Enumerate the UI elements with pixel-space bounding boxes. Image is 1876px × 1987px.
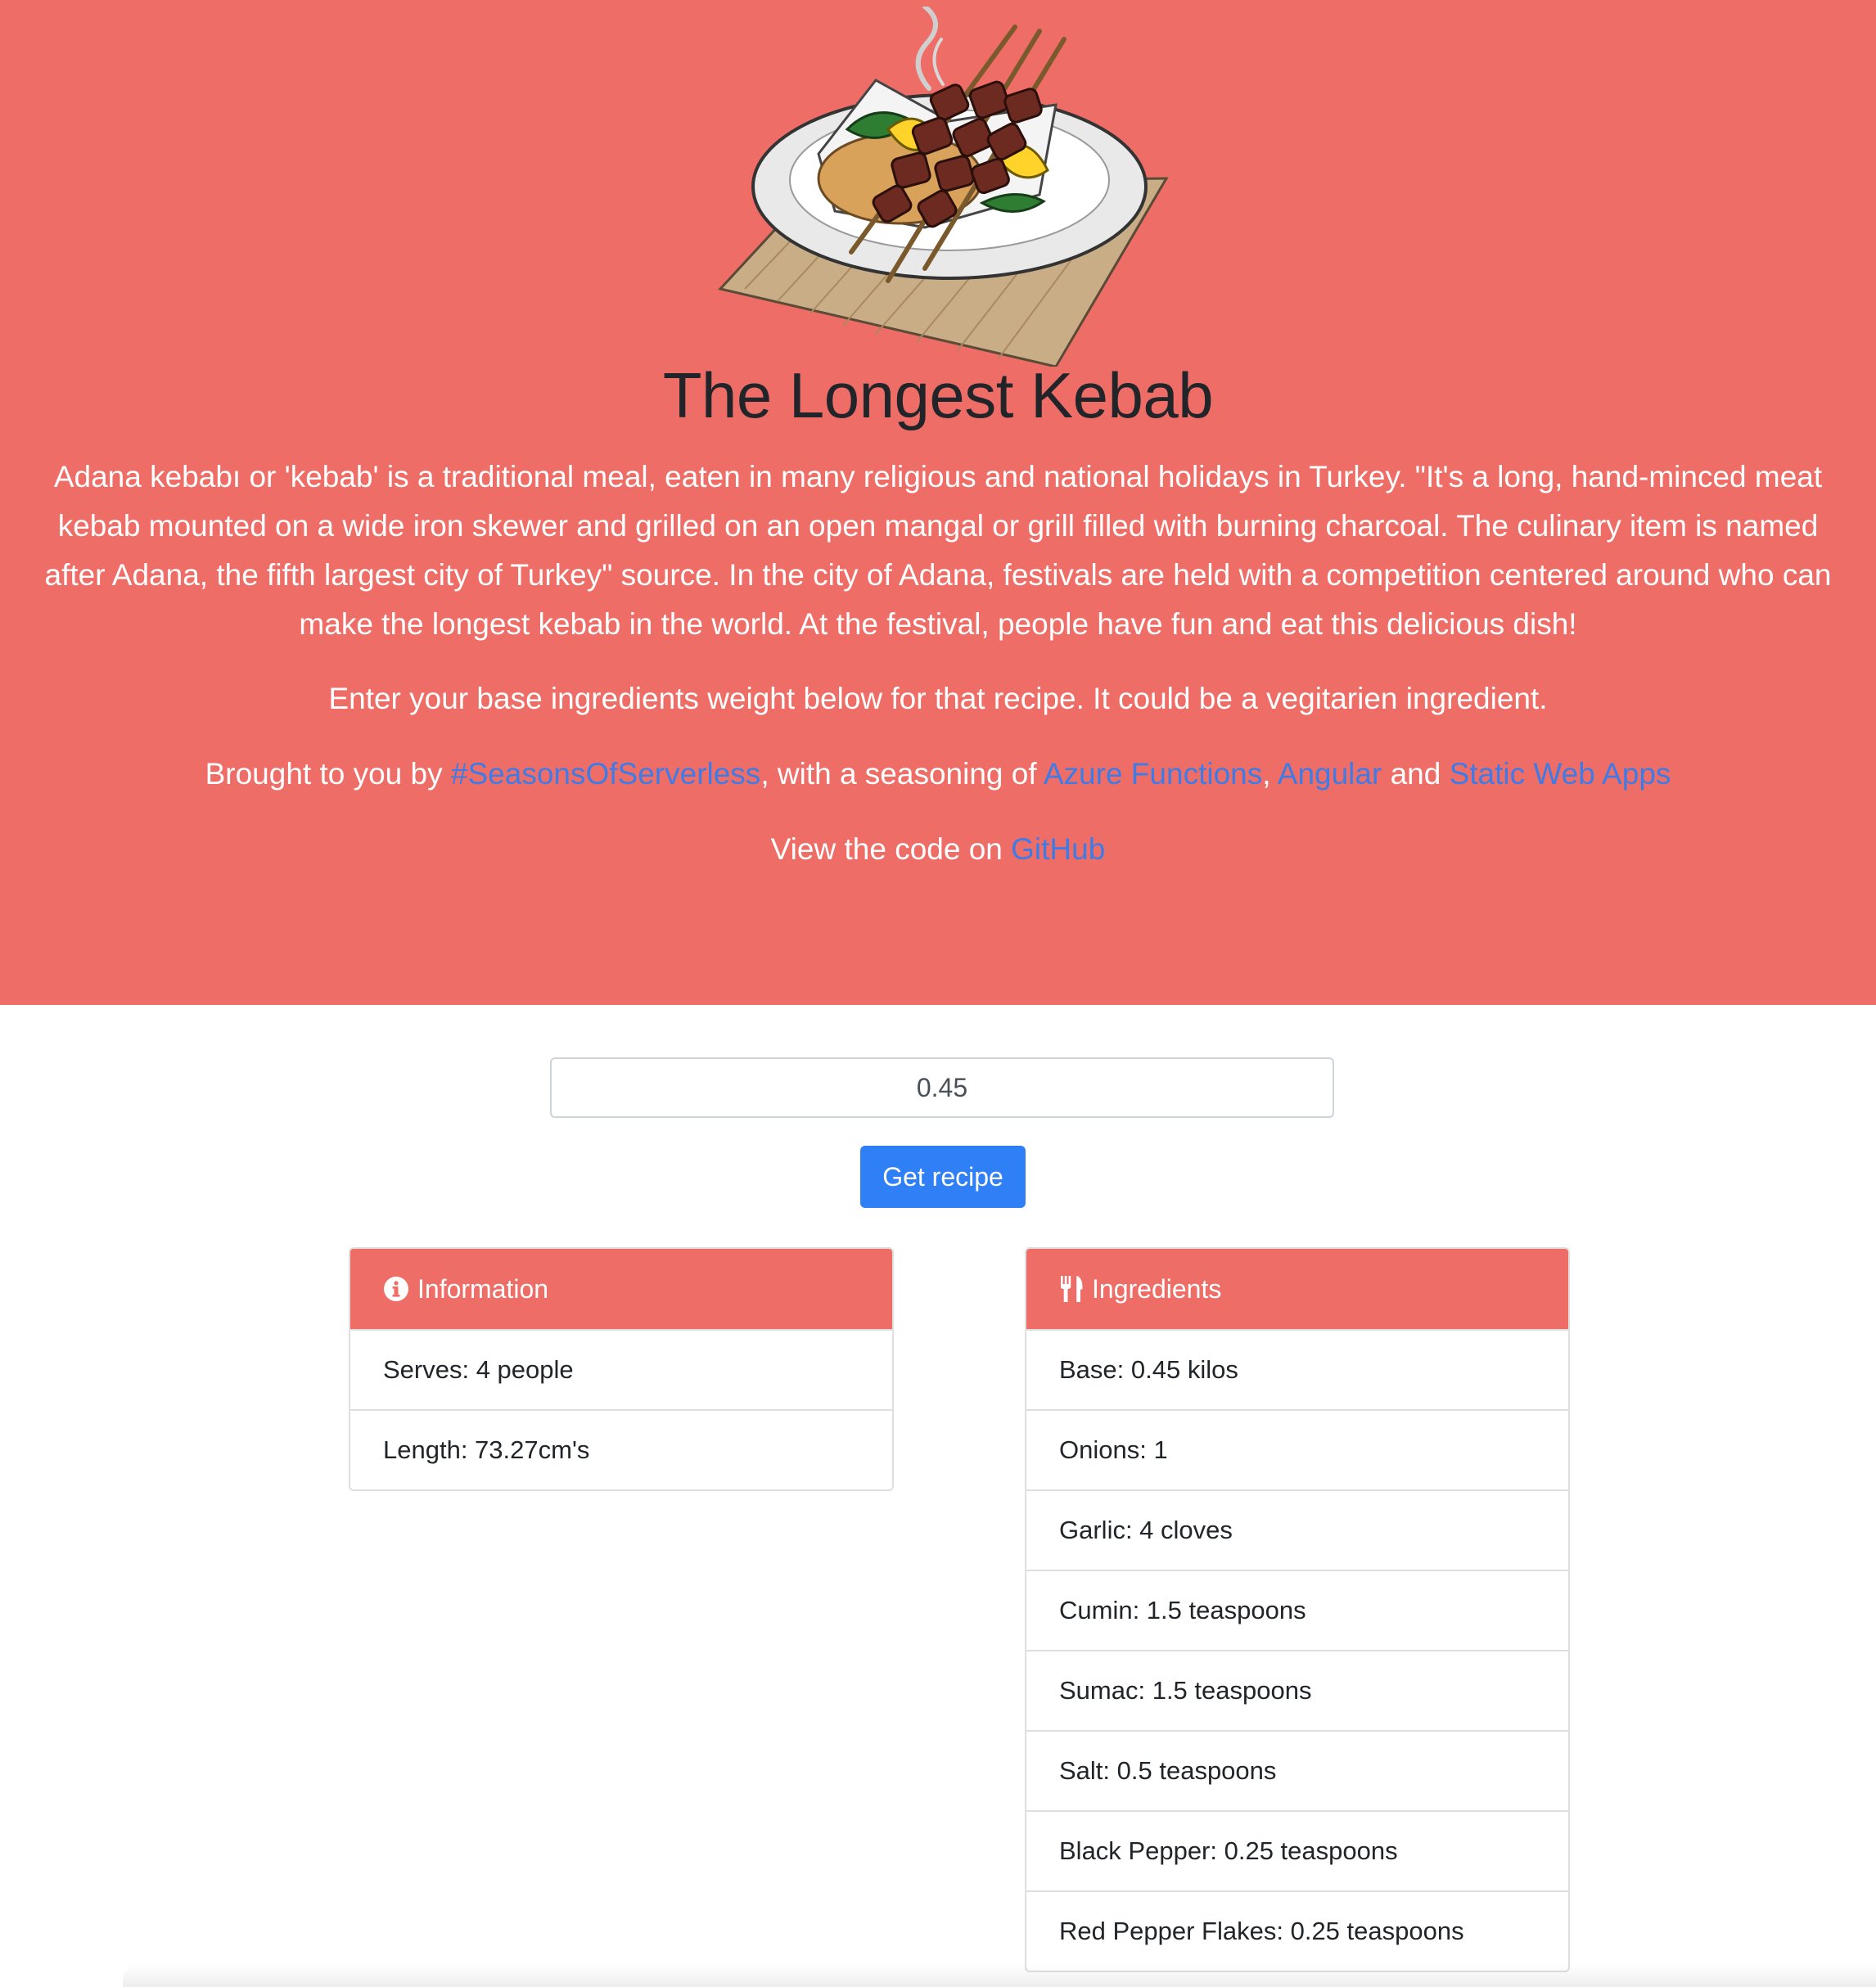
ingredients-card: Ingredients Base: 0.45 kilos Onions: 1 G… bbox=[1025, 1247, 1570, 1972]
ingredient-list-item: Base: 0.45 kilos bbox=[1026, 1329, 1568, 1409]
page-title: The Longest Kebab bbox=[662, 359, 1214, 431]
ingredient-list-item: Red Pepper Flakes: 0.25 teaspoons bbox=[1026, 1890, 1568, 1971]
credits-prefix: Brought to you by bbox=[205, 757, 451, 791]
view-code-prefix: View the code on bbox=[770, 832, 1012, 866]
hero-banner: The Longest Kebab Adana kebabı or 'kebab… bbox=[0, 0, 1876, 1005]
kebab-plate-illustration bbox=[718, 7, 1169, 367]
ingredients-card-title: Ingredients bbox=[1092, 1273, 1222, 1304]
ingredient-list-item: Cumin: 1.5 teaspoons bbox=[1026, 1570, 1568, 1650]
static-web-apps-link[interactable]: Static Web Apps bbox=[1450, 757, 1671, 791]
seasons-of-serverless-link[interactable]: #SeasonsOfServerless bbox=[451, 757, 760, 791]
credits-and: and bbox=[1382, 757, 1450, 791]
bottom-scroll-shadow bbox=[123, 1964, 1876, 1987]
ingredient-list-item: Sumac: 1.5 teaspoons bbox=[1026, 1650, 1568, 1730]
instruction-paragraph: Enter your base ingredients weight below… bbox=[328, 682, 1548, 715]
credits-comma: , bbox=[1262, 757, 1278, 791]
ingredient-list-item: Garlic: 4 cloves bbox=[1026, 1489, 1568, 1570]
angular-link[interactable]: Angular bbox=[1278, 757, 1382, 791]
ingredients-card-header: Ingredients bbox=[1026, 1249, 1568, 1329]
view-code-paragraph: View the code on GitHub bbox=[33, 825, 1843, 874]
information-list-item: Serves: 4 people bbox=[350, 1329, 892, 1409]
information-card-header: Information bbox=[350, 1249, 892, 1329]
information-card: Information Serves: 4 people Length: 73.… bbox=[349, 1247, 894, 1491]
azure-functions-link[interactable]: Azure Functions bbox=[1044, 757, 1262, 791]
info-circle-icon bbox=[384, 1277, 408, 1301]
ingredient-list-item: Black Pepper: 0.25 teaspoons bbox=[1026, 1810, 1568, 1890]
information-list-item: Length: 73.27cm's bbox=[350, 1409, 892, 1489]
information-card-title: Information bbox=[417, 1273, 549, 1304]
get-recipe-button[interactable]: Get recipe bbox=[860, 1146, 1026, 1208]
intro-paragraph: Adana kebabı or 'kebab' is a traditional… bbox=[44, 460, 1832, 641]
ingredient-list-item: Salt: 0.5 teaspoons bbox=[1026, 1730, 1568, 1810]
github-link[interactable]: GitHub bbox=[1011, 832, 1105, 866]
base-weight-input[interactable] bbox=[550, 1057, 1334, 1118]
utensils-icon bbox=[1061, 1276, 1083, 1302]
credits-paragraph: Brought to you by #SeasonsOfServerless, … bbox=[33, 750, 1843, 799]
ingredient-list-item: Onions: 1 bbox=[1026, 1409, 1568, 1489]
credits-middle: , with a seasoning of bbox=[760, 757, 1044, 791]
